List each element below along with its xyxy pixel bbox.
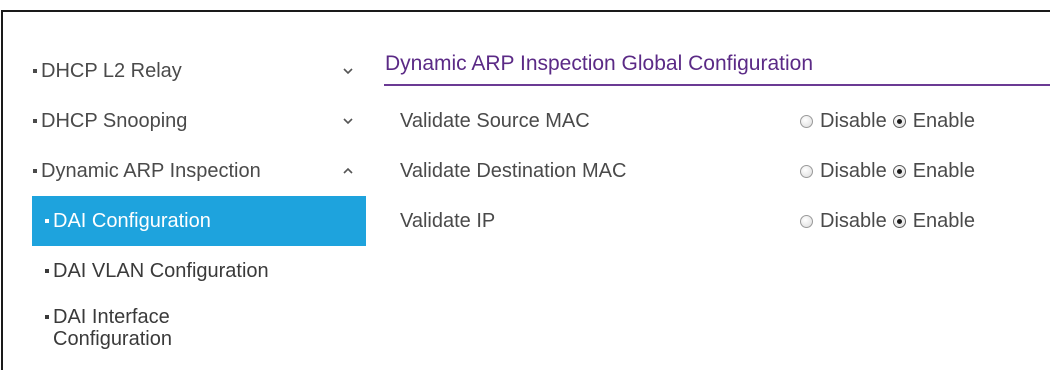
radio-group: Disable Enable [800,210,981,233]
config-row-validate-destination-mac: Validate Destination MAC Disable Enable [384,146,1050,196]
sidebar-item-dynamic-arp-inspection[interactable]: Dynamic ARP Inspection [32,146,366,196]
disable-radio[interactable] [800,214,813,228]
config-row-validate-ip: Validate IP Disable Enable [384,196,1050,246]
bullet-icon [45,315,49,319]
radio-group: Disable Enable [800,160,981,183]
bullet-icon [33,69,37,73]
bullet-icon [33,119,37,123]
sidebar-item-dhcp-l2-relay[interactable]: DHCP L2 Relay [32,46,366,96]
disable-radio-option[interactable]: Disable [800,110,887,133]
disable-radio-option[interactable]: Disable [800,210,887,233]
radio-label: Disable [820,109,887,132]
chevron-down-icon[interactable] [342,115,354,127]
chevron-up-icon[interactable] [342,165,354,177]
enable-radio[interactable] [892,164,906,178]
sidebar-item-label: DAI Interface Configuration [53,306,172,350]
config-rows: Validate Source MAC Disable Enable Valid… [384,96,1050,246]
enable-radio[interactable] [892,114,906,128]
main-panel: Dynamic ARP Inspection Global Configurat… [384,52,1050,246]
sidebar-item-label: DHCP L2 Relay [41,59,182,82]
sidebar-nav: DHCP L2 Relay DHCP Snooping Dynamic ARP … [32,46,366,360]
enable-radio[interactable] [892,214,906,228]
radio-label: Enable [912,209,975,232]
sidebar-item-label: DHCP Snooping [41,109,188,132]
disable-radio-option[interactable]: Disable [800,160,887,183]
config-label: Validate Source MAC [400,109,590,132]
sidebar-item-label: Dynamic ARP Inspection [41,159,261,182]
radio-group: Disable Enable [800,110,981,133]
config-label: Validate Destination MAC [400,159,627,182]
radio-label: Disable [820,159,887,182]
radio-label: Enable [912,159,975,182]
disable-radio[interactable] [800,114,813,128]
sidebar-item-dai-vlan-configuration[interactable]: DAI VLAN Configuration [32,246,366,296]
bullet-icon [45,269,49,273]
page-title: Dynamic ARP Inspection Global Configurat… [384,52,1050,86]
sidebar-item-dai-configuration[interactable]: DAI Configuration [32,196,366,246]
radio-label: Enable [912,109,975,132]
disable-radio[interactable] [800,164,813,178]
chevron-down-icon[interactable] [342,65,354,77]
config-row-validate-source-mac: Validate Source MAC Disable Enable [384,96,1050,146]
sidebar-item-label: DAI VLAN Configuration [53,259,269,282]
enable-radio-option[interactable]: Enable [892,209,975,233]
enable-radio-option[interactable]: Enable [892,109,975,133]
bullet-icon [33,169,37,173]
radio-label: Disable [820,209,887,232]
enable-radio-option[interactable]: Enable [892,159,975,183]
config-label: Validate IP [400,209,496,232]
bullet-icon [45,219,49,223]
sidebar-item-dai-interface-configuration[interactable]: DAI Interface Configuration [32,296,366,360]
sidebar-item-dhcp-snooping[interactable]: DHCP Snooping [32,96,366,146]
sidebar-item-label: DAI Configuration [53,209,211,232]
